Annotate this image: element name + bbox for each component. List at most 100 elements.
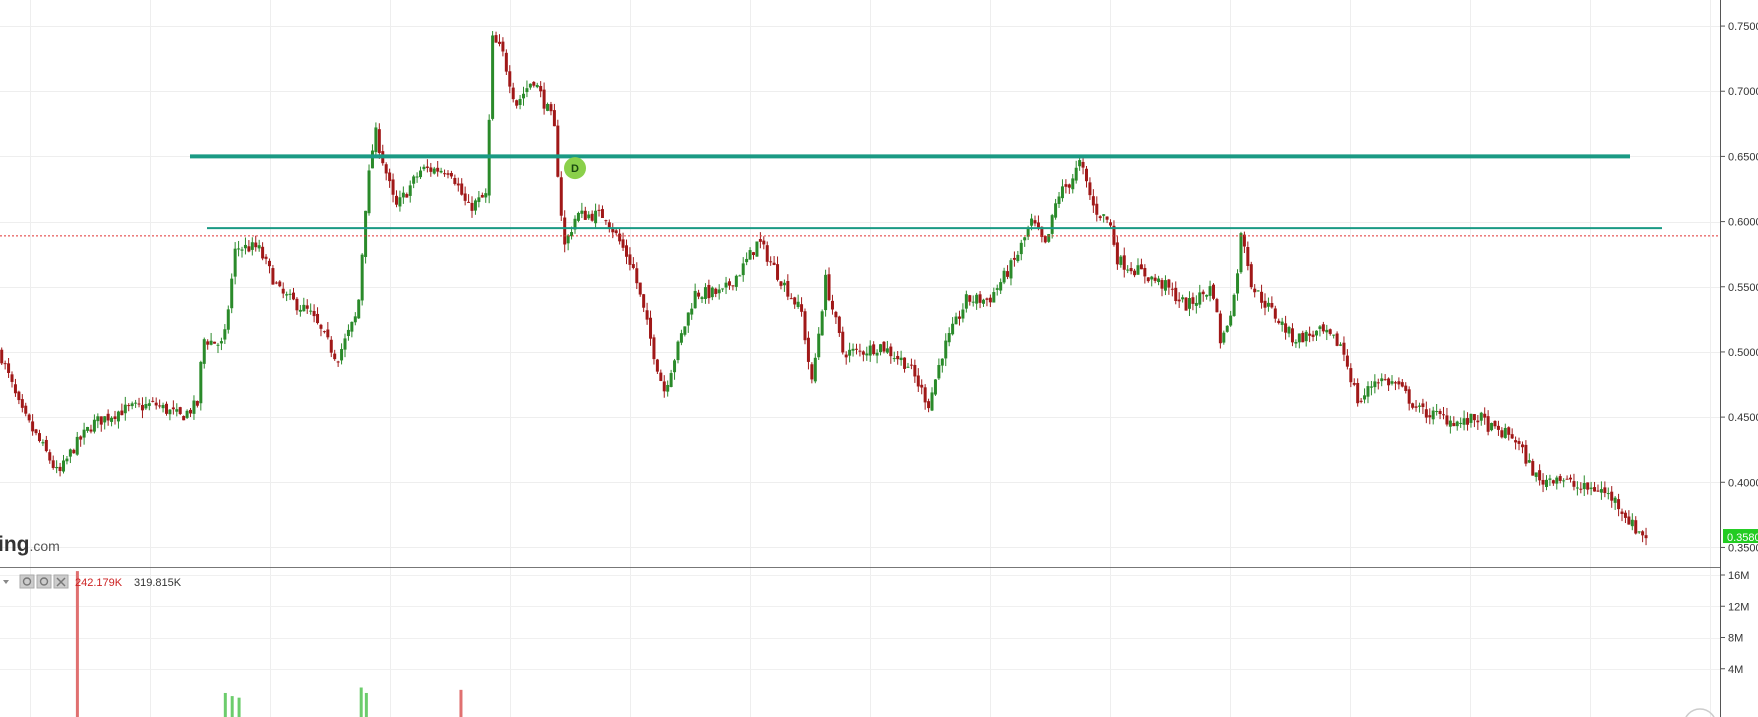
candle (1603, 481, 1607, 498)
candle (247, 240, 251, 253)
candle (1129, 262, 1133, 275)
candle-body (734, 275, 738, 287)
candle-body (978, 294, 982, 303)
candle-body (1393, 382, 1397, 384)
candle (923, 384, 927, 410)
candle-body (357, 299, 361, 319)
candle (491, 31, 495, 121)
candle (666, 380, 670, 397)
candle-body (24, 405, 28, 414)
candle (786, 274, 790, 301)
candle (1016, 250, 1020, 263)
candle (892, 351, 896, 362)
candle-body (1620, 511, 1624, 514)
candle (1617, 493, 1621, 517)
candle-body (1263, 300, 1267, 308)
candle (1198, 284, 1202, 309)
candle (1215, 297, 1219, 313)
candle (1002, 267, 1006, 285)
candle-body (161, 404, 165, 409)
candle-body (1146, 277, 1150, 282)
candle (789, 293, 793, 300)
candle (350, 321, 354, 338)
candle-body (164, 403, 168, 414)
candle-body (1297, 333, 1301, 343)
candle-body (1383, 379, 1387, 381)
candle-body (1006, 271, 1010, 277)
candle (614, 228, 618, 236)
candle (1225, 325, 1229, 333)
candle (1575, 481, 1579, 496)
candle-body (1284, 323, 1288, 333)
candle (295, 297, 299, 315)
candle-body (377, 129, 381, 153)
candle (1318, 325, 1322, 337)
candle-body (182, 416, 186, 421)
candle-body (333, 353, 337, 360)
candle (676, 340, 680, 364)
candle (1074, 160, 1078, 184)
candle-body (295, 298, 299, 311)
candle (690, 302, 694, 320)
candle (1390, 375, 1394, 386)
candle-body (988, 297, 992, 303)
candle-body (786, 281, 790, 297)
candle-body (1634, 520, 1638, 534)
candle (302, 297, 306, 312)
candle (1263, 293, 1267, 316)
candle (1194, 295, 1198, 314)
volume-legend: 242.179K 319.815K (3, 574, 182, 589)
candle (511, 82, 515, 103)
candle-body (1064, 184, 1068, 187)
candle-body (621, 239, 625, 248)
grid (0, 0, 1720, 717)
candle-body (1452, 423, 1456, 427)
candle-body (686, 312, 690, 326)
candle-body (504, 52, 508, 72)
candle (456, 177, 460, 192)
candle (189, 408, 193, 418)
candle (1428, 408, 1432, 425)
candle (752, 251, 756, 260)
candle (1060, 179, 1064, 202)
candle (1373, 374, 1377, 394)
candle (199, 360, 203, 411)
candle-body (1589, 487, 1593, 489)
candle (535, 82, 539, 89)
candle (1139, 258, 1143, 270)
candle (463, 186, 467, 206)
candle (1448, 415, 1452, 434)
candle-body (525, 88, 529, 93)
candle-body (92, 419, 96, 432)
candle (1366, 381, 1370, 404)
candle (796, 294, 800, 309)
candle (17, 390, 21, 405)
zoom-handle-icon[interactable] (1684, 708, 1716, 717)
candle-body (896, 355, 900, 360)
candle (41, 439, 45, 447)
candle (1431, 406, 1435, 425)
settings-icon[interactable] (19, 574, 35, 589)
visibility-icon[interactable] (36, 574, 52, 589)
candle-body (1476, 420, 1480, 423)
candle-body (99, 416, 103, 425)
event-marker-label[interactable]: D (571, 163, 579, 175)
candle-body (412, 176, 416, 184)
candle (1201, 289, 1205, 302)
candle (1047, 233, 1051, 243)
candle-body (721, 288, 725, 290)
candle (1174, 281, 1178, 305)
event-marker[interactable]: D (564, 157, 586, 180)
candle-body (467, 201, 471, 203)
candle-body (178, 407, 182, 414)
candle-body (388, 172, 392, 182)
candle (1232, 293, 1236, 317)
close-icon[interactable] (53, 574, 69, 589)
candle-body (731, 285, 735, 287)
candle-body (144, 404, 148, 409)
candle-body (727, 281, 731, 286)
dropdown-arrow-icon[interactable] (3, 580, 9, 584)
candle (803, 308, 807, 345)
candle (982, 298, 986, 307)
candle-body (652, 337, 656, 360)
